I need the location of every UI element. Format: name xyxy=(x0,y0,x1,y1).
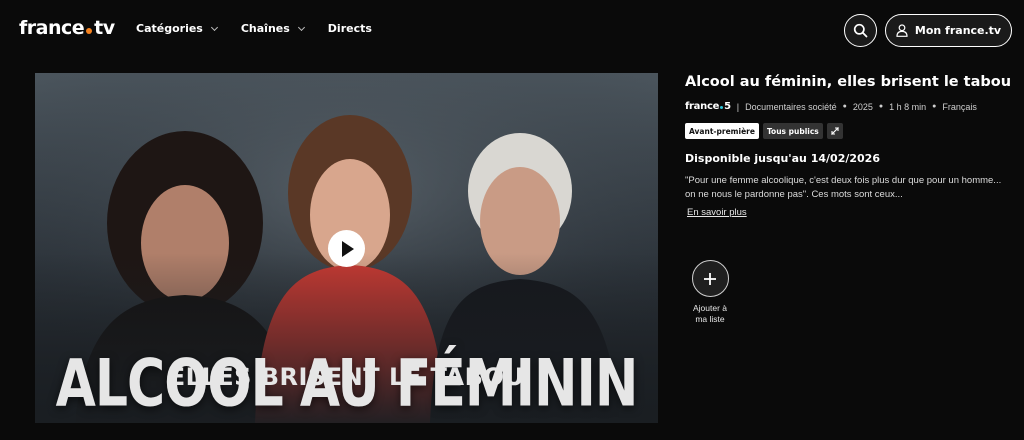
add-label-line1: Ajouter à xyxy=(692,303,728,313)
add-to-list-label: Ajouter à ma liste xyxy=(685,303,735,325)
account-label: Mon france.tv xyxy=(914,24,1002,37)
nav-directs[interactable]: Directs xyxy=(328,22,372,35)
tag-tous-publics: Tous publics xyxy=(762,123,823,139)
program-language: Français xyxy=(942,101,977,112)
chevron-down-icon xyxy=(210,23,218,32)
nav-categories-label: Catégories xyxy=(136,22,203,35)
top-nav-bar: france tv Catégories Chaînes Directs Mon … xyxy=(0,0,1024,60)
program-category: Documentaires société xyxy=(745,101,837,112)
search-icon xyxy=(853,23,868,38)
program-duration: 1 h 8 min xyxy=(889,101,927,112)
program-poster[interactable]: ALCOOL AU FÉMININ ELLES BRISENT LE TABOU xyxy=(35,73,658,423)
meta-bullet: ● xyxy=(842,103,847,110)
availability-date: Disponible jusqu'au 14/02/2026 xyxy=(685,152,880,165)
main-nav: Catégories Chaînes Directs xyxy=(136,22,396,35)
program-meta: france 5 | Documentaires société ● 2025 ●… xyxy=(685,101,1015,112)
add-to-list-button[interactable] xyxy=(691,260,729,297)
user-icon xyxy=(896,24,908,37)
meta-bullet: ● xyxy=(878,103,884,110)
tag-avant-premiere: Avant-première xyxy=(685,123,759,139)
add-label-line2: ma liste xyxy=(695,314,725,324)
channel-logo-left: france xyxy=(685,101,720,112)
channel-logo-right: 5 xyxy=(724,101,731,112)
account-button[interactable]: Mon france.tv xyxy=(885,14,1012,47)
logo-text-right: tv xyxy=(94,17,115,39)
poster-title-line2: ELLES BRISENT LE TABOU xyxy=(168,363,525,391)
program-year: 2025 xyxy=(852,101,873,112)
search-button[interactable] xyxy=(844,14,877,47)
channel-dot xyxy=(720,106,724,109)
nav-directs-label: Directs xyxy=(327,22,372,35)
france-tv-logo[interactable]: france tv xyxy=(19,19,115,38)
nav-categories[interactable]: Catégories xyxy=(136,22,218,35)
channel-logo[interactable]: france 5 xyxy=(685,101,731,112)
add-to-list: Ajouter à ma liste xyxy=(685,260,735,325)
logo-dot xyxy=(86,27,93,34)
meta-bullet: ● xyxy=(932,103,937,110)
program-description: "Pour une femme alcoolique, c'est deux f… xyxy=(685,175,1002,200)
more-info-link[interactable]: En savoir plus xyxy=(687,207,747,218)
audio-description-icon xyxy=(826,123,843,139)
plus-icon xyxy=(704,272,716,285)
nav-chaines-label: Chaînes xyxy=(240,22,290,35)
chevron-down-icon xyxy=(297,23,305,32)
logo-text-left: france xyxy=(19,17,85,39)
nav-chaines[interactable]: Chaînes xyxy=(240,22,305,35)
program-tags: Avant-première Tous publics xyxy=(685,123,1015,139)
play-button[interactable] xyxy=(328,230,365,267)
play-icon xyxy=(342,240,354,257)
program-title: Alcool au féminin, elles brisent le tabo… xyxy=(685,74,1012,90)
program-info: Alcool au féminin, elles brisent le tabo… xyxy=(685,73,1015,220)
meta-separator: | xyxy=(736,101,740,112)
